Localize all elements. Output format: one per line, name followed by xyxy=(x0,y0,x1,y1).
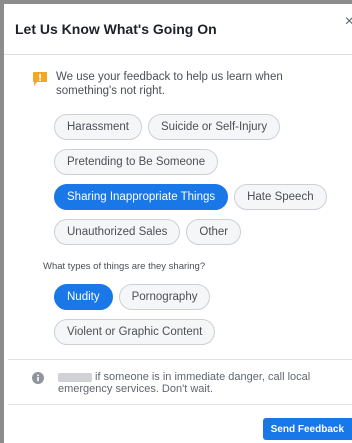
chip-harassment[interactable]: Harassment xyxy=(54,114,142,140)
emergency-note-body: if someone is in immediate danger, call … xyxy=(58,371,311,395)
dialog-header: Let Us Know What's Going On × xyxy=(4,4,352,55)
chip-row-1: Harassment Suicide or Self-Injury xyxy=(54,114,328,140)
footer-divider-top xyxy=(8,359,352,360)
flag-icon xyxy=(33,72,47,86)
chip-pretending-to-be-someone[interactable]: Pretending to Be Someone xyxy=(54,149,219,175)
chip-sharing-inappropriate-things[interactable]: Sharing Inappropriate Things xyxy=(54,184,229,210)
chip-row-3: Sharing Inappropriate Things Hate Speech xyxy=(54,184,328,210)
feedback-dialog: Let Us Know What's Going On × We use you… xyxy=(0,0,352,443)
info-icon xyxy=(32,372,44,384)
chip-nudity[interactable]: Nudity xyxy=(54,284,113,310)
chip-row-4: Unauthorized Sales Other xyxy=(54,219,328,245)
chip-row-2: Pretending to Be Someone xyxy=(54,149,328,175)
close-icon[interactable]: × xyxy=(345,14,352,30)
chip-unauthorized-sales[interactable]: Unauthorized Sales xyxy=(54,219,181,245)
followup-question: What types of things are they sharing? xyxy=(43,261,206,272)
chip-suicide-or-self-injury[interactable]: Suicide or Self-Injury xyxy=(148,114,281,140)
category-chips: Harassment Suicide or Self-Injury Preten… xyxy=(4,114,352,245)
feedback-notice: We use your feedback to help us learn wh… xyxy=(4,55,352,98)
emergency-note: if someone is in immediate danger, call … xyxy=(32,371,334,395)
chip-pornography[interactable]: Pornography xyxy=(118,284,211,310)
footer-divider-bottom xyxy=(8,404,352,405)
chip-other[interactable]: Other xyxy=(186,219,242,245)
chip-hate-speech[interactable]: Hate Speech xyxy=(234,184,327,210)
redacted-text xyxy=(58,372,92,382)
notice-text: We use your feedback to help us learn wh… xyxy=(56,71,283,97)
chip-violent-or-graphic-content[interactable]: Violent or Graphic Content xyxy=(54,319,216,345)
emergency-note-text: if someone is in immediate danger, call … xyxy=(58,371,334,395)
followup-chips: Nudity Pornography Violent or Graphic Co… xyxy=(4,284,352,345)
dialog-title: Let Us Know What's Going On xyxy=(15,21,217,37)
send-feedback-button[interactable]: Send Feedback xyxy=(262,418,352,440)
followup-row-2: Violent or Graphic Content xyxy=(54,319,328,345)
followup-row-1: Nudity Pornography xyxy=(54,284,328,310)
